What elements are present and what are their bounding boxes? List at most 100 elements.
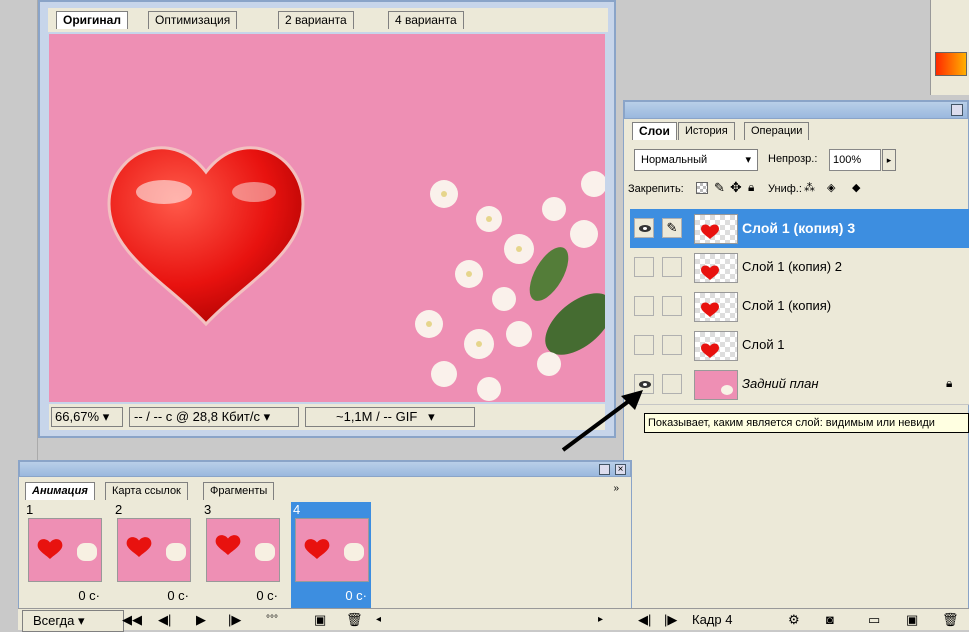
play-icon[interactable]: ▶ xyxy=(196,610,206,630)
scroll-left-icon[interactable]: ◂ xyxy=(376,610,381,630)
unify-style-icon[interactable]: ◆ xyxy=(852,181,860,194)
loop-select[interactable]: Всегда ▾ xyxy=(22,610,124,632)
tab-image-map[interactable]: Карта ссылок xyxy=(105,482,188,500)
layer-name: Слой 1 (копия) 2 xyxy=(742,259,842,274)
layers-panel-titlebar[interactable] xyxy=(624,101,968,119)
eye-icon[interactable] xyxy=(634,218,654,238)
prev-frame-icon[interactable]: ◀| xyxy=(158,610,171,630)
mask-icon[interactable]: ◙ xyxy=(826,610,834,630)
frame-label: Кадр 4 xyxy=(692,612,733,627)
frame-thumbnail xyxy=(28,518,102,582)
frame-delay[interactable]: 0 с· xyxy=(345,588,367,603)
layer-name: Задний план xyxy=(742,376,819,391)
unify-visibility-icon[interactable]: ◈ xyxy=(827,181,835,194)
first-frame-icon[interactable]: ◀◀ xyxy=(122,610,142,630)
zoom-select[interactable]: 66,67% ▾ xyxy=(51,407,123,427)
lock-paint-icon[interactable]: ✎ xyxy=(714,180,725,196)
trash-icon[interactable]: 🗑︎ xyxy=(346,610,363,630)
frame-number: 1 xyxy=(26,502,34,517)
frame-delay[interactable]: 0 с· xyxy=(256,588,278,603)
panel-menu-icon[interactable] xyxy=(951,104,963,116)
minimize-icon[interactable] xyxy=(599,464,610,475)
layer-thumbnail xyxy=(694,214,738,244)
new-layer-icon[interactable]: ▣ xyxy=(906,610,918,630)
loop-value: Всегда xyxy=(33,613,75,628)
trash-icon[interactable]: 🗑︎ xyxy=(942,610,959,630)
animation-panel-titlebar[interactable]: × xyxy=(19,461,631,477)
tab-optimization[interactable]: Оптимизация xyxy=(148,11,238,29)
unify-position-icon[interactable]: ⁂ xyxy=(804,181,815,194)
layer-name: Слой 1 (копия) 3 xyxy=(742,220,856,236)
link-toggle[interactable] xyxy=(662,296,682,316)
frame-thumbnail xyxy=(117,518,191,582)
frame-delay[interactable]: 0 с· xyxy=(167,588,189,603)
tab-original[interactable]: Оригинал xyxy=(56,11,128,29)
tween-icon[interactable]: °°° xyxy=(266,610,278,630)
layer-row[interactable]: Слой 1 (копия) xyxy=(630,287,969,327)
tab-actions[interactable]: Операции xyxy=(744,122,810,140)
layer-row[interactable]: Слой 1 (копия) 2 xyxy=(630,248,969,288)
tab-animation[interactable]: Анимация xyxy=(25,482,95,500)
tab-slices[interactable]: Фрагменты xyxy=(203,482,275,500)
file-size-select[interactable]: ~1,1M / -- GIF ▾ xyxy=(305,407,475,427)
scroll-right-icon[interactable]: ▸ xyxy=(598,610,603,630)
prev-frame-icon[interactable]: ◀| xyxy=(638,610,651,630)
layer-name: Слой 1 (копия) xyxy=(742,298,832,313)
close-icon[interactable]: × xyxy=(615,464,626,475)
download-speed-select[interactable]: -- / -- с @ 28,8 Кбит/с ▾ xyxy=(129,407,299,427)
frame-delay[interactable]: 0 с· xyxy=(78,588,100,603)
panel-options-icon[interactable]: » xyxy=(613,483,619,494)
animation-tabs: Анимация Карта ссылок Фрагменты » xyxy=(23,481,623,501)
opacity-input[interactable]: 100% xyxy=(829,149,881,171)
link-toggle[interactable] xyxy=(662,335,682,355)
layer-thumbnail xyxy=(694,370,738,400)
lock-move-icon[interactable]: ✥ xyxy=(730,179,742,196)
layer-thumbnail xyxy=(694,292,738,322)
visibility-toggle[interactable] xyxy=(634,335,654,355)
lock-all-icon[interactable]: 🔒︎ xyxy=(748,180,754,195)
tab-2-variants[interactable]: 2 варианта xyxy=(278,11,354,29)
brush-icon[interactable]: ✎ xyxy=(662,218,682,238)
animation-frame[interactable]: 3 0 с· xyxy=(202,502,282,612)
frame-number: 3 xyxy=(204,502,212,517)
visibility-toggle[interactable] xyxy=(634,296,654,316)
tab-layers[interactable]: Слои xyxy=(632,122,677,140)
next-frame-icon[interactable]: |▶ xyxy=(228,610,241,630)
frame-thumbnail xyxy=(206,518,280,582)
frame-thumbnail xyxy=(295,518,369,582)
file-size-value: ~1,1M / -- GIF xyxy=(336,409,418,424)
color-panel xyxy=(930,0,969,95)
blend-mode-value: Нормальный xyxy=(641,154,708,166)
visibility-toggle[interactable] xyxy=(634,257,654,277)
animation-frame[interactable]: 1 0 с· xyxy=(24,502,104,612)
unify-label: Униф.: xyxy=(768,183,802,195)
canvas-artwork xyxy=(107,146,605,401)
new-group-icon[interactable]: ▭ xyxy=(868,610,880,630)
tab-history[interactable]: История xyxy=(678,122,735,140)
next-frame-icon[interactable]: |▶ xyxy=(664,610,677,630)
layer-thumbnail xyxy=(694,331,738,361)
layer-row[interactable]: Слой 1 xyxy=(630,326,969,366)
blend-mode-select[interactable]: Нормальный ▾ xyxy=(634,149,758,171)
link-toggle[interactable] xyxy=(662,257,682,277)
layer-row[interactable]: Задний план 🔒︎ xyxy=(630,365,969,405)
layer-name: Слой 1 xyxy=(742,337,785,352)
animation-frame[interactable]: 2 0 с· xyxy=(113,502,193,612)
duplicate-frame-icon[interactable]: ▣ xyxy=(314,610,326,630)
color-gradient-swatch[interactable] xyxy=(935,52,967,76)
lock-label: Закрепить: xyxy=(628,183,684,195)
layer-thumbnail xyxy=(694,253,738,283)
document-window: Оригинал Оптимизация 2 варианта 4 вариан… xyxy=(38,0,616,438)
canvas-image[interactable] xyxy=(49,34,605,402)
tab-4-variants[interactable]: 4 варианта xyxy=(388,11,464,29)
link-toggle[interactable] xyxy=(662,374,682,394)
heart-graphic xyxy=(107,146,305,327)
opacity-slider-button[interactable]: ▸ xyxy=(882,149,896,171)
download-speed-value: -- / -- с @ 28,8 Кбит/с xyxy=(134,409,260,424)
animation-frame-selected[interactable]: 4 0 с· xyxy=(291,502,371,612)
layer-row[interactable]: ✎ Слой 1 (копия) 3 xyxy=(630,209,969,249)
pointer-arrow xyxy=(561,390,643,452)
zoom-value: 66,67% xyxy=(55,409,100,424)
lock-transparency-icon[interactable] xyxy=(696,182,708,194)
layer-style-icon[interactable]: ⚙ xyxy=(788,610,800,630)
